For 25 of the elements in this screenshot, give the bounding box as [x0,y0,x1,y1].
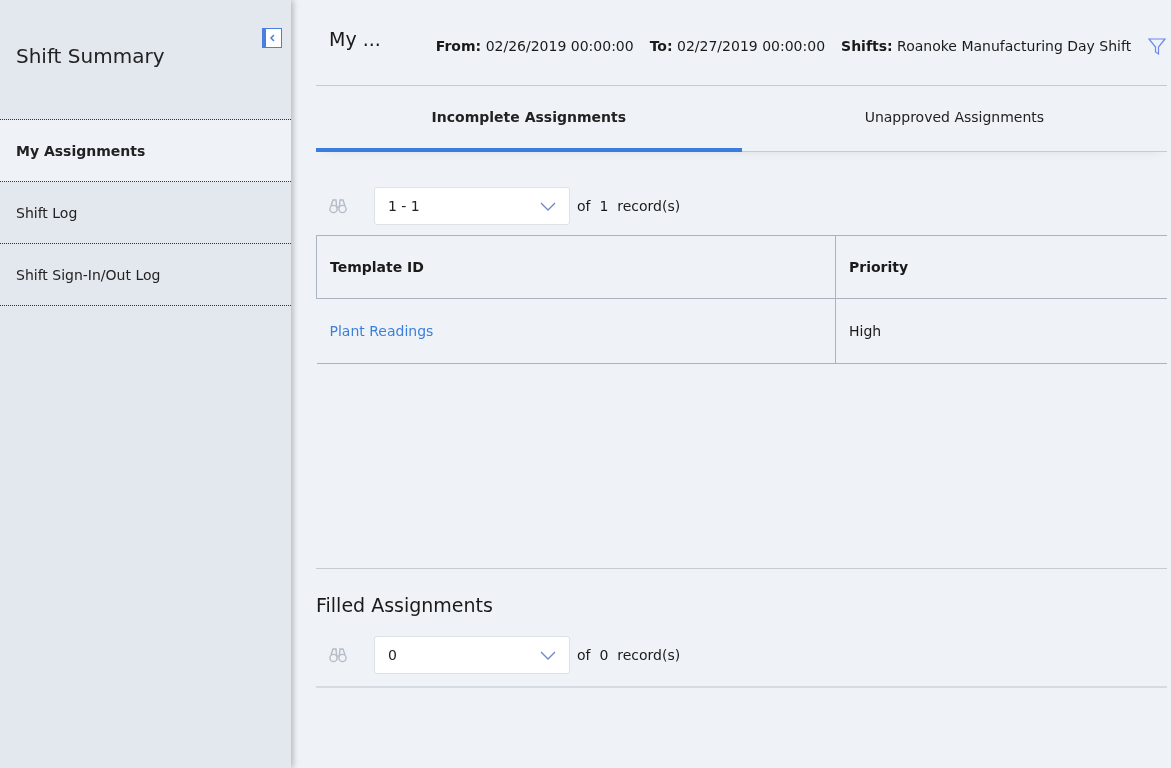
sidebar-item[interactable]: Shift Sign-In/Out Log [0,244,291,306]
page-range-dropdown[interactable]: 1 - 1 [374,187,570,225]
column-header: Priority [835,235,1168,299]
table-cell: High [835,298,1168,364]
sidebar-item[interactable]: Shift Log [0,182,291,244]
template-link[interactable]: Plant Readings [329,323,434,339]
binoculars-icon[interactable] [329,647,347,663]
page-title: My ... [329,28,381,50]
filter-icon[interactable] [1147,36,1168,56]
record-count: of 0 record(s) [577,647,681,663]
chevron-down-icon [540,650,556,660]
section-title: Filled Assignments [316,594,494,616]
page-range-dropdown[interactable]: 0 [374,636,570,674]
tab[interactable]: Incomplete Assignments [316,86,742,152]
header-field: To: 02/27/2019 00:00:00 [649,38,826,54]
collapse-icon[interactable] [262,28,282,48]
sidebar-title: Shift Summary [16,44,165,68]
record-count: of 1 record(s) [577,198,681,214]
binoculars-icon[interactable] [329,198,347,214]
column-header: Template ID [316,235,836,299]
chevron-down-icon [540,201,556,211]
header-field: Shifts: Roanoke Manufacturing Day Shift [841,38,1132,54]
tab[interactable]: Unapproved Assignments [741,86,1168,152]
header-field: From: 02/26/2019 00:00:00 [435,38,634,54]
sidebar-item[interactable]: My Assignments [0,120,291,182]
